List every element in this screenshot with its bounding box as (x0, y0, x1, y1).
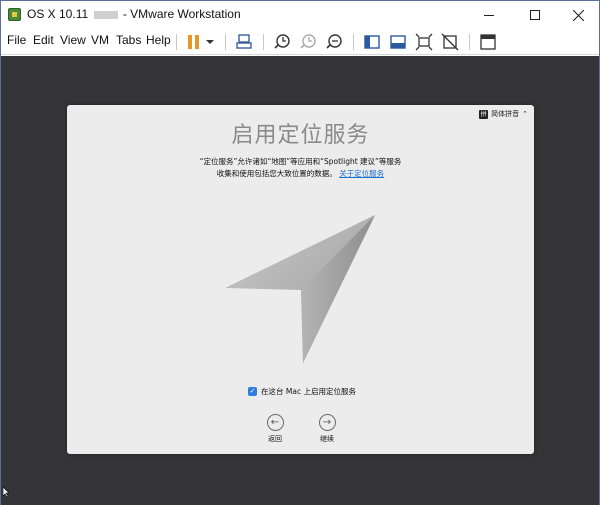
toolbar-separator (225, 34, 226, 50)
back-button[interactable]: ← 返回 (255, 414, 295, 444)
dropdown-arrow-icon[interactable] (204, 33, 216, 51)
snapshot-manager-icon[interactable] (325, 33, 343, 51)
title-bar: OS X 10.11 - VMware Workstation (1, 1, 599, 29)
continue-label: 继续 (307, 434, 347, 444)
console-view-icon[interactable] (363, 33, 381, 51)
toolbar-separator (353, 34, 354, 50)
maximize-button[interactable] (513, 1, 557, 29)
back-arrow-icon: ← (267, 414, 284, 431)
back-label: 返回 (255, 434, 295, 444)
maximize-icon (530, 10, 540, 20)
close-button[interactable] (556, 1, 600, 29)
close-icon (573, 10, 584, 21)
menu-bar: File Edit View VM Tabs Help (1, 29, 599, 55)
toolbar-separator (176, 34, 177, 50)
menu-tabs[interactable]: Tabs (116, 33, 141, 47)
menu-help[interactable]: Help (146, 33, 171, 47)
thumbnail-view-icon[interactable] (389, 33, 407, 51)
menu-file[interactable]: File (7, 33, 26, 47)
unity-icon[interactable] (441, 33, 459, 51)
window-title-suffix: - VMware Workstation (123, 7, 241, 21)
toolbar-separator (263, 34, 264, 50)
revert-snapshot-icon[interactable] (299, 33, 317, 51)
snapshot-icon[interactable] (273, 33, 291, 51)
about-location-services-link[interactable]: 关于定位服务 (339, 169, 384, 178)
setup-assistant-panel: 拼 简体拼音 ⌃ 启用定位服务 “定位服务”允许诸如“地图”等应用和“Spotl… (67, 105, 534, 454)
location-arrow-icon (217, 210, 387, 370)
enable-location-checkbox-row[interactable]: ✓ 在这台 Mac 上启用定位服务 (248, 386, 356, 397)
description-line-2: 收集和使用包括您大致位置的数据。 关于定位服务 (67, 168, 534, 180)
enable-location-checkbox[interactable]: ✓ (248, 387, 257, 396)
vmware-app-icon (8, 8, 21, 21)
window-title: OS X 10.11 - VMware Workstation (27, 7, 241, 21)
menu-edit[interactable]: Edit (33, 33, 54, 47)
enable-location-label: 在这台 Mac 上启用定位服务 (261, 386, 356, 397)
library-icon[interactable] (479, 33, 497, 51)
fullscreen-icon[interactable] (415, 33, 433, 51)
menu-vm[interactable]: VM (91, 33, 109, 47)
description-line-1: “定位服务”允许诸如“地图”等应用和“Spotlight 建议”等服务 (67, 156, 534, 168)
vmware-window: OS X 10.11 - VMware Workstation File Edi… (0, 0, 600, 505)
minimize-button[interactable] (467, 1, 511, 29)
mouse-cursor-icon (3, 487, 9, 497)
redacted-text (94, 11, 118, 19)
window-title-prefix: OS X 10.11 (27, 7, 88, 21)
page-description: “定位服务”允许诸如“地图”等应用和“Spotlight 建议”等服务 收集和使… (67, 156, 534, 179)
minimize-icon (484, 15, 494, 16)
toolbar-separator (469, 34, 470, 50)
send-ctrl-alt-del-icon[interactable] (235, 33, 253, 51)
forward-arrow-icon: → (319, 414, 336, 431)
page-title: 启用定位服务 (67, 117, 534, 149)
continue-button[interactable]: → 继续 (307, 414, 347, 444)
pause-icon[interactable] (185, 33, 203, 51)
description-text: 收集和使用包括您大致位置的数据。 (217, 169, 337, 178)
menu-view[interactable]: View (60, 33, 86, 47)
